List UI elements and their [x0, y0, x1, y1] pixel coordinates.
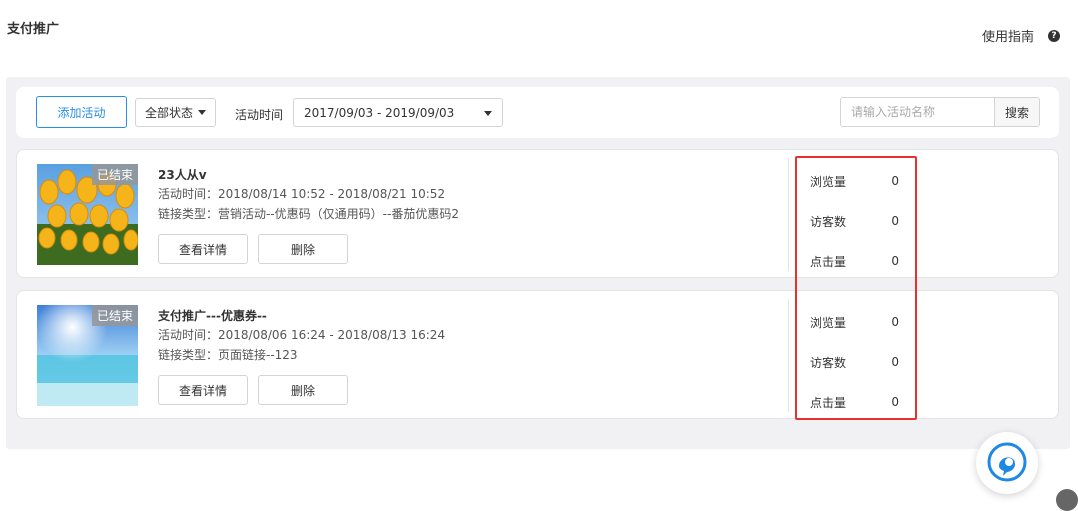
toolbar: 添加活动 全部状态 活动时间 2017/09/03 - 2019/09/03 搜… — [16, 87, 1059, 138]
delete-button[interactable]: 删除 — [258, 234, 348, 264]
campaign-time: 活动时间：2018/08/14 10:52 - 2018/08/21 10:52 — [158, 187, 446, 201]
campaign-link-type: 链接类型：页面链接--123 — [158, 348, 298, 362]
scroll-top-button[interactable] — [1056, 489, 1078, 511]
question-circle-icon[interactable]: ? — [1048, 29, 1060, 42]
campaign-link-type: 链接类型：营销活动--优惠码（仅通用码）--番茄优惠码2 — [158, 207, 459, 221]
customer-service-button[interactable] — [976, 432, 1038, 494]
activity-search-input[interactable] — [840, 97, 995, 127]
campaign-time: 活动时间：2018/08/06 16:24 - 2018/08/13 16:24 — [158, 328, 446, 342]
date-range-picker[interactable]: 2017/09/03 - 2019/09/03 — [293, 98, 503, 127]
caret-down-icon — [484, 111, 492, 116]
page-title: 支付推广 — [7, 22, 60, 37]
date-range-value: 2017/09/03 - 2019/09/03 — [304, 105, 455, 120]
campaign-actions: 查看详情 删除 — [158, 375, 348, 405]
campaign-actions: 查看详情 删除 — [158, 234, 348, 264]
usage-guide-link[interactable]: 使用指南 ? — [982, 26, 1060, 45]
campaign-name: 23人从v — [158, 168, 207, 182]
caret-down-icon — [198, 110, 206, 115]
activity-time-label: 活动时间 — [235, 108, 284, 122]
campaign-thumbnail-beach: 已结束 — [37, 305, 138, 406]
campaign-thumbnail-tulips: 已结束 — [37, 164, 138, 265]
divider — [788, 299, 789, 412]
status-badge: 已结束 — [91, 164, 138, 185]
view-details-button[interactable]: 查看详情 — [158, 375, 248, 405]
highlight-annotation-box — [795, 156, 917, 420]
view-details-button[interactable]: 查看详情 — [158, 234, 248, 264]
search-button[interactable]: 搜索 — [994, 97, 1040, 127]
campaign-info: 23人从v 活动时间：2018/08/14 10:52 - 2018/08/21… — [158, 166, 459, 224]
delete-button[interactable]: 删除 — [258, 375, 348, 405]
customer-service-icon — [985, 440, 1029, 487]
divider — [788, 158, 789, 271]
add-activity-button[interactable]: 添加活动 — [36, 96, 127, 128]
status-filter-dropdown[interactable]: 全部状态 — [135, 98, 216, 127]
usage-guide-label: 使用指南 — [981, 30, 1034, 45]
status-badge: 已结束 — [91, 305, 138, 326]
campaign-name: 支付推广---优惠券-- — [158, 309, 267, 323]
status-filter-label: 全部状态 — [144, 106, 193, 120]
campaign-info: 支付推广---优惠券-- 活动时间：2018/08/06 16:24 - 201… — [158, 307, 445, 365]
